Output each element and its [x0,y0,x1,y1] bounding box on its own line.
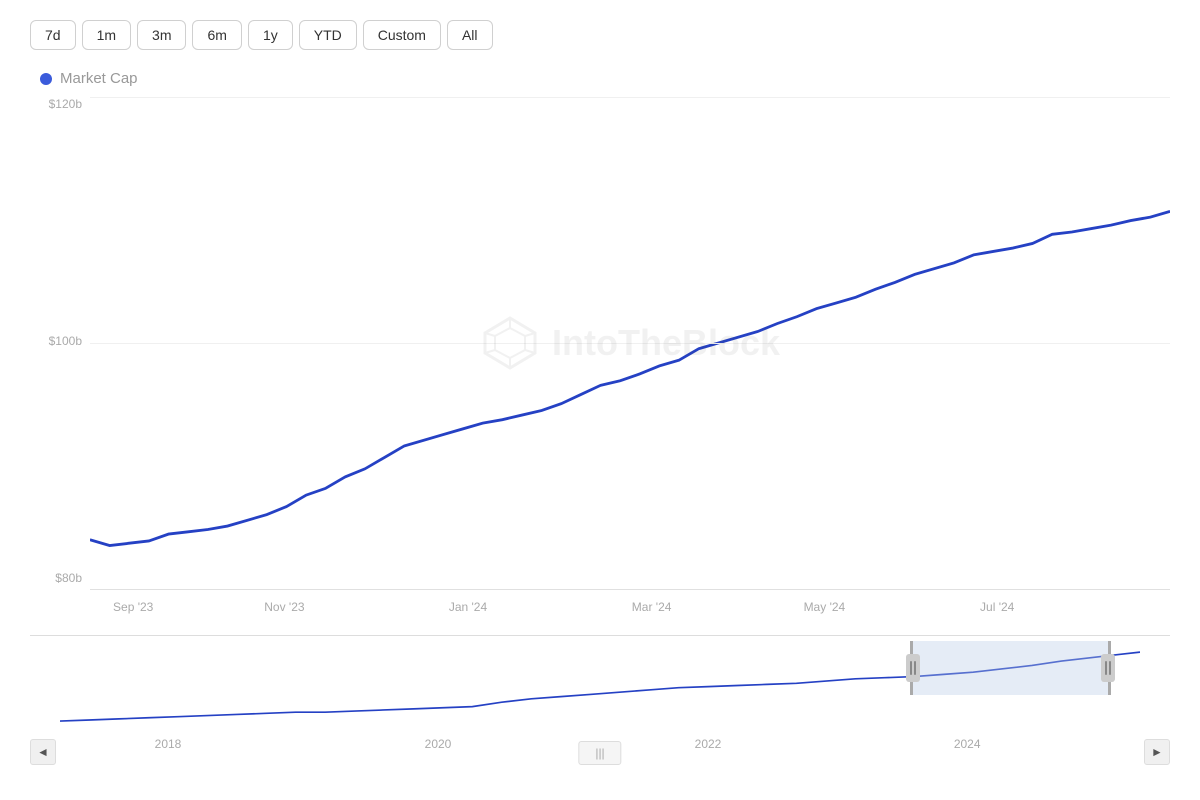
filter-btn-all[interactable]: All [447,20,493,50]
y-label-100b: $100b [30,334,90,348]
filter-btn-custom[interactable]: Custom [363,20,441,50]
x-axis: Sep '23 Nov '23 Jan '24 Mar '24 May '24 … [90,595,1170,630]
nav-handle-right[interactable] [1101,654,1115,682]
nav-handle-left[interactable] [906,654,920,682]
nav-x-label-2022: 2022 [695,737,722,751]
filter-btn-3m[interactable]: 3m [137,20,186,50]
nav-handle-line [914,661,916,675]
nav-x-label-2018: 2018 [155,737,182,751]
nav-handle-lines-left [910,661,916,675]
chart-legend: Market Cap [40,70,1170,87]
main-chart: $120b $100b $80b [30,97,1170,630]
filter-btn-6m[interactable]: 6m [192,20,241,50]
grid-line-bottom [90,589,1170,590]
nav-selection[interactable] [910,641,1110,695]
filter-btn-1m[interactable]: 1m [82,20,131,50]
nav-plot [60,641,1140,730]
y-axis: $120b $100b $80b [30,97,90,590]
x-label-may24: May '24 [804,600,846,614]
scroll-left-button[interactable]: ◄ [30,739,56,765]
nav-handle-line [910,661,912,675]
nav-handle-lines-right [1105,661,1111,675]
nav-x-label-2020: 2020 [425,737,452,751]
scroll-right-button[interactable]: ► [1144,739,1170,765]
x-label-jul24: Jul '24 [980,600,1014,614]
filter-btn-7d[interactable]: 7d [30,20,76,50]
grid-line-top [90,97,1170,98]
filter-btn-ytd[interactable]: YTD [299,20,357,50]
legend-dot-market-cap [40,73,52,85]
legend-label-market-cap: Market Cap [60,70,138,87]
y-label-80b: $80b [30,571,90,585]
nav-handle-line [1109,661,1111,675]
nav-handle-line [1105,661,1107,675]
scroll-center-handle[interactable]: ||| [578,741,621,765]
page-container: 7d1m3m6m1yYTDCustomAll Market Cap $120b … [0,0,1200,800]
grid-line-mid [90,343,1170,344]
nav-x-label-2024: 2024 [954,737,981,751]
x-label-sep23: Sep '23 [113,600,153,614]
chart-area: $120b $100b $80b [30,97,1170,790]
navigator: 2018 2020 2022 2024 ◄ ► ||| [30,635,1170,765]
x-label-nov23: Nov '23 [264,600,304,614]
time-filter-bar: 7d1m3m6m1yYTDCustomAll [30,20,1170,50]
x-label-jan24: Jan '24 [449,600,487,614]
y-label-120b: $120b [30,97,90,111]
chart-plot: IntoTheBlock [90,97,1170,590]
x-label-mar24: Mar '24 [632,600,672,614]
filter-btn-1y[interactable]: 1y [248,20,293,50]
